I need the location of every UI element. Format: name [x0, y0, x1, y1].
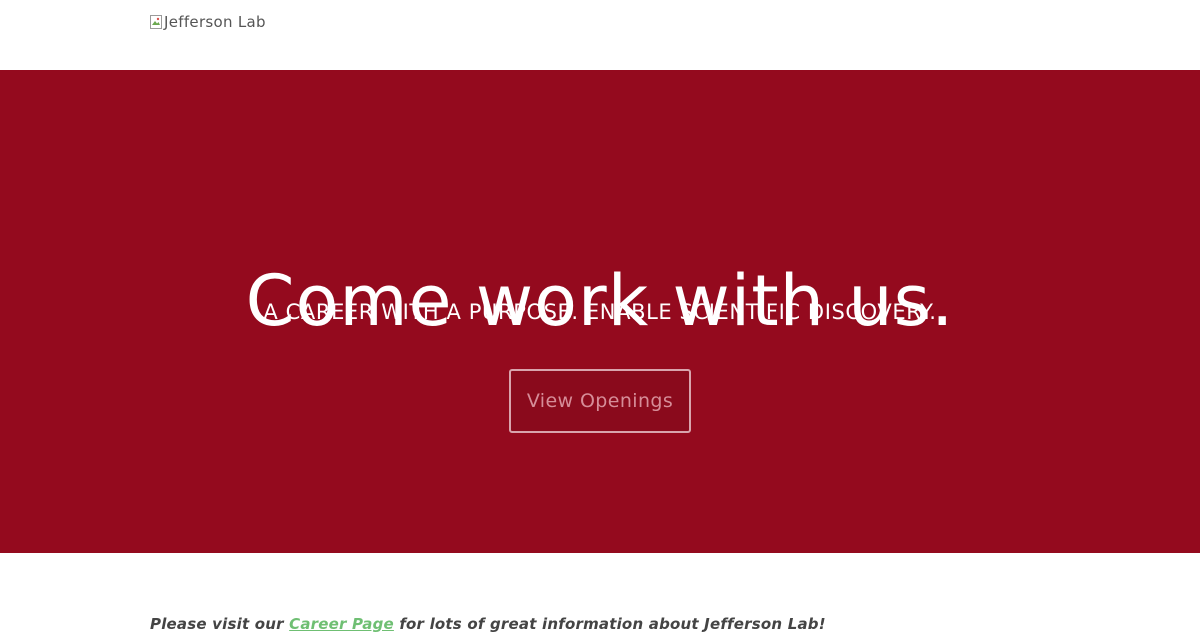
note-prefix: Please visit our [150, 615, 290, 633]
broken-image-icon [150, 15, 162, 29]
career-page-link[interactable]: Career Page [289, 615, 394, 633]
site-header: Jefferson Lab [0, 0, 1200, 70]
note-suffix: for lots of great information about Jeff… [393, 615, 826, 633]
career-page-note: Please visit our Career Page for lots of… [150, 612, 826, 636]
logo-link[interactable]: Jefferson Lab [150, 13, 266, 31]
hero-subtitle: A CAREER WITH A PURPOSE. ENABLE SCIENTIF… [263, 300, 937, 324]
view-openings-button[interactable]: View Openings [509, 369, 691, 433]
hero-section: Come work with us. A CAREER WITH A PURPO… [0, 70, 1200, 553]
logo-alt-text: Jefferson Lab [164, 13, 266, 31]
